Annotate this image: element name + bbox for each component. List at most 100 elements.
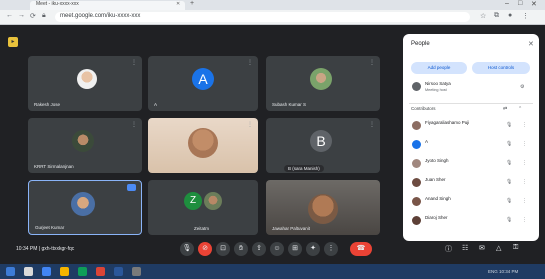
extensions-icon[interactable]: ⧉ [494,12,499,20]
more-options-icon[interactable]: ⋮ [369,121,375,128]
reactions-button[interactable]: ☺ [270,242,284,256]
add-people-button[interactable]: Add people [411,62,467,74]
row-more-icon[interactable]: ⋮ [522,179,527,185]
mic-status-icon[interactable]: 🎙︎ [506,217,512,223]
host-settings-icon[interactable]: ⚙ [520,84,524,90]
participant-row-name: Diaroj Sher [425,215,448,220]
camera-off-button[interactable]: ⊘ [198,242,212,256]
participant-tile[interactable]: Z Zeitatm [148,180,258,235]
forward-icon[interactable]: → [18,12,25,19]
more-options-icon[interactable]: ⋮ [131,59,137,66]
host-controls-button[interactable]: Host controls [472,62,530,74]
url-text: meet.google.com/iku-xxxx-xxx [60,13,141,19]
participant-row-name: A [425,139,429,144]
participant-name: Subash Kumar S [272,102,307,107]
more-options-icon[interactable]: ⋮ [247,121,253,128]
word-icon[interactable] [114,267,123,276]
participant-tile[interactable]: ⋮ KRRT Sirmalanjnan [28,118,142,173]
pin-icon[interactable] [127,184,136,191]
participant-tile[interactable]: A ⋮ A [148,56,258,111]
effects-button[interactable]: ✦ [306,242,320,256]
separator: | [38,246,41,252]
maximize-icon[interactable]: □ [518,0,522,7]
more-options-icon[interactable]: ⋮ [247,59,253,66]
more-options-icon[interactable]: ⋮ [369,59,375,66]
participant-row-avatar [412,140,421,149]
participant-tile-self[interactable]: Gurjeet Kumar [28,180,142,235]
tab-close-icon[interactable]: ✕ [176,1,180,7]
mic-status-icon[interactable]: 🎙︎ [506,160,512,166]
close-panel-icon[interactable]: ✕ [528,40,534,48]
participant-row-name: Juan Sher [425,177,446,182]
participant-tile[interactable]: ⋮ Subash Kumar S [266,56,380,111]
row-more-icon[interactable]: ⋮ [522,122,527,128]
profile-icon[interactable]: ● [508,12,512,19]
browser-menu-icon[interactable]: ⋮ [522,12,529,20]
participant-avatar [310,68,332,90]
host-controls-icon[interactable]: ⚿ [513,244,518,252]
participant-row-avatar [412,178,421,187]
settings-icon[interactable] [132,267,141,276]
chrome-icon[interactable] [42,267,51,276]
reload-icon[interactable]: ⟳ [30,12,36,20]
close-window-icon[interactable]: ✕ [531,0,537,8]
participant-avatar [204,192,222,210]
captions-button[interactable]: ⊡ [216,242,230,256]
file-explorer-icon[interactable] [60,267,69,276]
host-avatar [412,82,421,91]
mic-status-icon[interactable]: 🎙︎ [506,141,512,147]
meeting-code: gxh-ttxxkgr-fqc [41,246,75,252]
microphone-button[interactable]: 🎙︎ [180,242,194,256]
search-icon[interactable] [24,267,33,276]
meet-logo-icon: ▸ [8,37,18,47]
start-menu-icon[interactable] [6,267,15,276]
participant-initial: A [192,68,214,90]
meeting-details-icon[interactable]: ⓘ [445,244,452,254]
minimize-icon[interactable]: – [505,0,509,7]
participant-initial: B [310,130,332,152]
people-icon[interactable]: ☷ [462,244,468,252]
participant-row-name: Anand Singh [425,196,451,201]
powerpoint-icon[interactable] [96,267,105,276]
participant-video[interactable]: ⋮ [148,118,258,173]
browser-tab-title: Meet - iku-xxxx-xxx [36,1,79,7]
participant-row-avatar [412,216,421,225]
mic-status-icon[interactable]: 🎙︎ [506,198,512,204]
bookmark-icon[interactable]: ☆ [480,12,486,20]
participant-video[interactable]: Jawahar Paltuvanit [266,180,380,235]
row-more-icon[interactable]: ⋮ [522,141,527,147]
participant-face [188,128,218,158]
participant-row-avatar [412,121,421,130]
participant-avatar [71,192,95,216]
mic-status-icon[interactable]: 🎙︎ [506,122,512,128]
activities-button[interactable]: ⊞ [288,242,302,256]
participant-name: Jawahar Paltuvanit [272,226,311,231]
activities-icon[interactable]: △ [496,244,501,252]
mic-status-icon[interactable]: 🎙︎ [506,179,512,185]
participant-name: KRRT Sirmalanjnan [34,164,74,169]
host-subtitle: Meeting host [425,88,447,92]
raise-hand-button[interactable]: ✋︎ [234,242,248,256]
new-tab-icon[interactable]: + [190,0,194,7]
participant-tile[interactable]: B ⋮ [266,118,380,173]
participant-avatar [77,69,97,89]
row-more-icon[interactable]: ⋮ [522,198,527,204]
participant-name: Rakesh Jose [34,102,61,107]
panel-divider [409,103,533,104]
mute-all-icon[interactable]: ⇄ [503,106,507,112]
participant-tile[interactable]: ⋮ Rakesh Jose [28,56,142,111]
collapse-icon[interactable]: ⌃ [518,106,522,112]
chat-icon[interactable]: ✉︎ [479,244,485,252]
row-more-icon[interactable]: ⋮ [522,217,527,223]
present-button[interactable]: ⇪ [252,242,266,256]
panel-title: People [411,41,430,47]
row-more-icon[interactable]: ⋮ [522,160,527,166]
excel-icon[interactable] [78,267,87,276]
participant-row-name: Fiyagaraliashamo Puji [425,120,470,125]
back-icon[interactable]: ← [6,12,13,19]
participant-name: Gurjeet Kumar [35,225,65,230]
leave-call-button[interactable]: ☎︎ [350,242,372,256]
more-options-icon[interactable]: ⋮ [131,121,137,128]
participant-row-avatar [412,159,421,168]
more-options-button[interactable]: ⋮ [324,242,338,256]
